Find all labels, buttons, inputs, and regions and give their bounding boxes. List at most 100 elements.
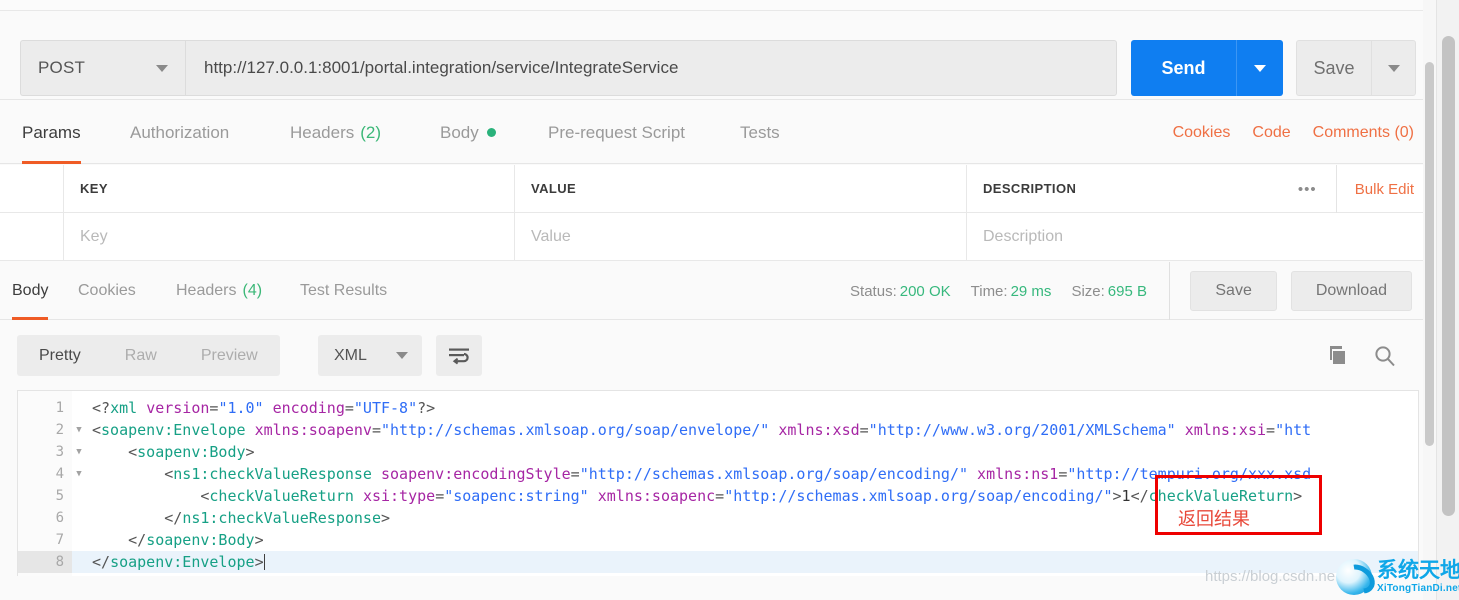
response-tab-headers[interactable]: Headers (4) [176,262,262,320]
response-tab-bar: Body Cookies Headers (4) Test Results Sta… [0,262,1436,320]
chevron-down-icon [1254,65,1266,72]
tab-label: Body [440,123,479,143]
fold-arrow-icon[interactable]: ▼ [72,463,86,485]
param-description-input[interactable]: Description [967,213,1436,260]
tab-label: Cookies [78,282,136,300]
tab-headers[interactable]: Headers (2) [290,101,381,164]
save-response-button[interactable]: Save [1190,271,1276,311]
size-meta: Size:695 B [1071,283,1147,300]
search-icon [1373,344,1397,368]
line-number: 7 [18,529,72,551]
fold-arrow-icon[interactable]: ▼ [72,441,86,463]
http-method-selector[interactable]: POST [20,40,185,96]
params-table-actions: ••• Bulk Edit [1279,165,1436,213]
more-options-icon[interactable]: ••• [1279,165,1337,213]
view-mode-preview[interactable]: Preview [179,335,280,376]
copy-button[interactable] [1324,343,1350,369]
request-url-bar: POST http://127.0.0.1:8001/portal.integr… [0,12,1436,100]
watermark-brand-cn: 系统天地 [1377,560,1459,581]
send-button[interactable]: Send [1131,40,1236,96]
params-table-row: Key Value Description [0,213,1436,261]
line-number: 1 [18,397,72,419]
row-checkbox[interactable] [0,213,64,260]
size-value: 695 B [1108,283,1147,300]
language-selector[interactable]: XML [318,335,422,376]
response-tab-body[interactable]: Body [12,262,48,320]
response-meta: Status:200 OK Time:29 ms Size:695 B [850,262,1170,320]
params-table: KEY VALUE DESCRIPTION ••• Bulk Edit Key … [0,165,1436,261]
status-value: 200 OK [900,283,951,300]
tab-label: Body [12,282,48,300]
view-mode-raw[interactable]: Raw [103,335,179,376]
annotation-label: 返回结果 [1178,505,1250,531]
line-number: 4 [18,463,72,485]
save-request-button[interactable]: Save [1296,40,1371,96]
line-number: 2 [18,419,72,441]
view-mode-group: Pretty Raw Preview [17,335,280,376]
language-label: XML [334,347,396,365]
tab-pre-request-script[interactable]: Pre-request Script [548,101,685,164]
code-line: 1<?xml version="1.0" encoding="UTF-8"?> [18,397,1419,419]
text-cursor [264,554,265,570]
time-meta: Time:29 ms [971,283,1052,300]
save-options-button[interactable] [1371,40,1416,96]
watermark-url: https://blog.csdn.ne [1205,568,1335,585]
code-line-text: </soapenv:Body> [86,529,264,551]
param-key-input[interactable]: Key [64,213,515,260]
tab-label: Headers [176,282,236,300]
tab-authorization[interactable]: Authorization [130,101,229,164]
code-line-text: <soapenv:Body> [86,441,255,463]
tab-label: Headers [290,123,354,143]
line-number: 6 [18,507,72,529]
line-number: 8 [18,551,72,573]
tab-params[interactable]: Params [22,101,81,164]
bulk-edit-button[interactable]: Bulk Edit [1337,165,1436,213]
code-line: 7 </soapenv:Body> [18,529,1419,551]
view-mode-pretty[interactable]: Pretty [17,335,103,376]
cookies-link[interactable]: Cookies [1173,124,1231,142]
params-table-header-row: KEY VALUE DESCRIPTION ••• Bulk Edit [0,165,1436,213]
response-tab-cookies[interactable]: Cookies [78,262,136,320]
window-top-strip [0,0,1436,11]
tab-count: (4) [242,282,262,300]
chevron-down-icon [396,352,408,359]
response-code-viewer[interactable]: 1<?xml version="1.0" encoding="UTF-8"?>2… [17,390,1419,576]
tab-body[interactable]: Body [440,101,496,164]
tab-tests[interactable]: Tests [740,101,780,164]
inner-scrollbar-thumb[interactable] [1425,62,1434,446]
code-line-text: <soapenv:Envelope xmlns:soapenv="http://… [86,419,1311,441]
send-options-button[interactable] [1236,40,1283,96]
time-label: Time: [971,283,1008,300]
code-content: 1<?xml version="1.0" encoding="UTF-8"?>2… [18,397,1419,573]
tab-label: Pre-request Script [548,123,685,143]
status-label: Status: [850,283,897,300]
search-button[interactable] [1372,343,1398,369]
watermark-logo: 系统天地 XiTongTianDi.net [1336,557,1459,597]
watermark-brand: 系统天地 XiTongTianDi.net [1377,560,1459,594]
row-checkbox-cell [0,165,64,212]
watermark-badge-icon [1336,559,1372,595]
download-response-button[interactable]: Download [1291,271,1412,311]
code-viewer-icons [1324,335,1398,376]
param-value-input[interactable]: Value [515,213,967,260]
word-wrap-toggle[interactable] [436,335,482,376]
code-line-text: <ns1:checkValueResponse soapenv:encoding… [86,463,1311,485]
status-meta: Status:200 OK [850,283,951,300]
http-method-label: POST [38,58,156,78]
code-line: 4▼ <ns1:checkValueResponse soapenv:encod… [18,463,1419,485]
code-link[interactable]: Code [1252,124,1290,142]
request-url-input[interactable]: http://127.0.0.1:8001/portal.integration… [185,40,1117,96]
fold-arrow-icon[interactable]: ▼ [72,419,86,441]
postman-window: POST http://127.0.0.1:8001/portal.integr… [0,0,1459,600]
column-header-key: KEY [64,165,515,212]
code-line: 2▼<soapenv:Envelope xmlns:soapenv="http:… [18,419,1419,441]
watermark-brand-en: XiTongTianDi.net [1377,584,1459,594]
time-value: 29 ms [1011,283,1052,300]
response-action-buttons: Save Download [1190,262,1412,320]
outer-scrollbar-thumb[interactable] [1442,36,1455,516]
response-tab-test-results[interactable]: Test Results [300,262,387,320]
chevron-down-icon [1388,65,1400,72]
comments-link[interactable]: Comments (0) [1313,124,1414,142]
response-format-toolbar: Pretty Raw Preview XML [0,321,1436,389]
tab-count: (2) [360,123,381,143]
